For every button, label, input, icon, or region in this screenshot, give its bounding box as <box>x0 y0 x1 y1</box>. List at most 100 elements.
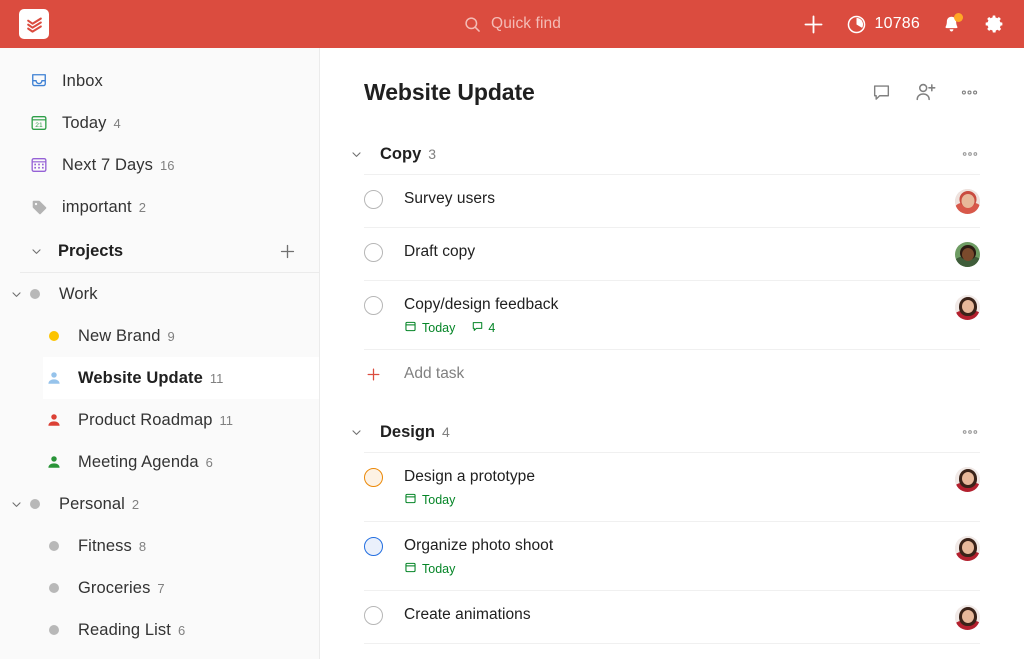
task-row[interactable]: Copy/design feedback Tod <box>364 281 980 350</box>
task-checkbox[interactable] <box>364 606 383 625</box>
task-row[interactable]: Create animations <box>364 591 980 644</box>
sidebar-project-fitness[interactable]: Fitness 8 <box>0 525 319 567</box>
karma-indicator[interactable]: 10786 <box>846 14 921 35</box>
sidebar-project-count: 6 <box>206 455 213 470</box>
sidebar-project-meeting-agenda[interactable]: Meeting Agenda 6 <box>0 441 319 483</box>
chevron-down-icon[interactable] <box>8 288 24 301</box>
sidebar-project-label: Fitness <box>78 537 132 556</box>
task-row[interactable]: Organize photo shoot Tod <box>364 522 980 591</box>
sidebar-project-groceries[interactable]: Groceries 7 <box>0 567 319 609</box>
sidebar-project-website-update[interactable]: Website Update 11 <box>43 357 319 399</box>
task-due-date[interactable]: Today <box>404 492 455 508</box>
projects-section-title: Projects <box>58 242 123 261</box>
task-row[interactable]: Draft copy <box>364 228 980 281</box>
sidebar-project-count: 6 <box>178 623 185 638</box>
section-header-copy: Copy 3 <box>364 134 980 174</box>
section-name: Design <box>380 423 435 442</box>
section-more-options-icon[interactable] <box>960 422 980 442</box>
main-content: Website Update <box>320 48 1024 659</box>
sidebar-project-product-roadmap[interactable]: Product Roadmap 11 <box>0 399 319 441</box>
task-due-date[interactable]: Today <box>404 561 455 577</box>
task-content: Copy/design feedback Tod <box>404 295 943 336</box>
sidebar-item-inbox[interactable]: Inbox <box>0 60 319 102</box>
sidebar-project-label: Groceries <box>78 579 150 598</box>
task-content: Design a prototype Today <box>404 467 943 508</box>
task-comment-count[interactable]: 4 <box>471 320 495 336</box>
avatar[interactable] <box>955 605 980 630</box>
chevron-down-icon[interactable] <box>348 148 364 161</box>
search-icon <box>463 15 482 34</box>
sidebar-project-label: Reading List <box>78 621 171 640</box>
sidebar-project-work[interactable]: Work <box>0 273 319 315</box>
add-project-plus-icon[interactable] <box>278 242 297 261</box>
calendar-today-icon: 21 <box>28 112 50 134</box>
task-title: Organize photo shoot <box>404 537 553 554</box>
shared-project-icon <box>43 370 65 386</box>
add-task-button[interactable]: Add task <box>364 350 980 398</box>
section-more-options-icon[interactable] <box>960 144 980 164</box>
notification-badge-dot <box>954 13 963 22</box>
shared-project-icon <box>43 412 65 428</box>
task-content: Create animations <box>404 605 943 624</box>
sidebar-item-label: Today <box>62 114 107 133</box>
section-name: Copy <box>380 145 421 164</box>
due-date-label: Today <box>422 562 455 576</box>
due-date-icon <box>404 561 417 577</box>
chevron-down-icon[interactable] <box>28 243 44 259</box>
due-date-icon <box>404 320 417 336</box>
settings-gear-icon[interactable] <box>983 13 1005 35</box>
karma-points: 10786 <box>875 15 921 33</box>
top-bar: Quick find 10786 <box>0 0 1024 48</box>
avatar[interactable] <box>955 242 980 267</box>
section-header-design: Design 4 <box>364 412 980 452</box>
plus-icon <box>364 366 383 383</box>
sidebar-item-next-7-days[interactable]: Next 7 Days 16 <box>0 144 319 186</box>
karma-progress-icon <box>846 14 867 35</box>
task-content: Survey users <box>404 189 943 208</box>
sidebar-project-reading-list[interactable]: Reading List 6 <box>0 609 319 651</box>
notifications-bell-icon[interactable] <box>941 14 962 35</box>
todoist-app-window: Quick find 10786 <box>0 0 1024 659</box>
sidebar-project-label: Website Update <box>78 369 203 388</box>
task-content: Draft copy <box>404 242 943 261</box>
comments-icon[interactable] <box>871 82 892 103</box>
due-date-label: Today <box>422 493 455 507</box>
app-body: Inbox 21 Today 4 <box>0 48 1024 659</box>
task-checkbox[interactable] <box>364 296 383 315</box>
task-checkbox[interactable] <box>364 243 383 262</box>
task-checkbox[interactable] <box>364 537 383 556</box>
chevron-down-icon[interactable] <box>348 426 364 439</box>
project-header-actions <box>871 81 980 104</box>
sidebar-project-count: 8 <box>139 539 146 554</box>
avatar[interactable] <box>955 536 980 561</box>
task-row[interactable]: Design a prototype Today <box>364 453 980 522</box>
section-count: 3 <box>428 146 436 162</box>
sidebar-project-new-brand[interactable]: New Brand 9 <box>0 315 319 357</box>
task-due-date[interactable]: Today <box>404 320 455 336</box>
task-title: Copy/design feedback <box>404 296 558 313</box>
sidebar-project-personal[interactable]: Personal 2 <box>0 483 319 525</box>
sidebar: Inbox 21 Today 4 <box>0 48 320 659</box>
avatar[interactable] <box>955 189 980 214</box>
shared-project-icon <box>43 454 65 470</box>
chevron-down-icon[interactable] <box>8 498 24 511</box>
add-task-plus-icon[interactable] <box>802 13 825 36</box>
sidebar-item-today[interactable]: 21 Today 4 <box>0 102 319 144</box>
more-options-icon[interactable] <box>959 82 980 103</box>
task-checkbox[interactable] <box>364 468 383 487</box>
avatar[interactable] <box>955 295 980 320</box>
project-dot-icon <box>43 583 65 593</box>
add-person-icon[interactable] <box>914 81 937 104</box>
task-title: Draft copy <box>404 243 475 260</box>
project-header: Website Update <box>364 48 980 120</box>
sidebar-project-count: 11 <box>220 413 234 428</box>
app-logo[interactable] <box>10 9 58 39</box>
task-checkbox[interactable] <box>364 190 383 209</box>
page-title: Website Update <box>364 79 535 106</box>
due-date-icon <box>404 492 417 508</box>
sidebar-item-important[interactable]: important 2 <box>0 186 319 228</box>
task-row[interactable]: Survey users <box>364 175 980 228</box>
sidebar-item-count: 4 <box>114 116 121 131</box>
quick-find-label: Quick find <box>491 15 561 33</box>
avatar[interactable] <box>955 467 980 492</box>
